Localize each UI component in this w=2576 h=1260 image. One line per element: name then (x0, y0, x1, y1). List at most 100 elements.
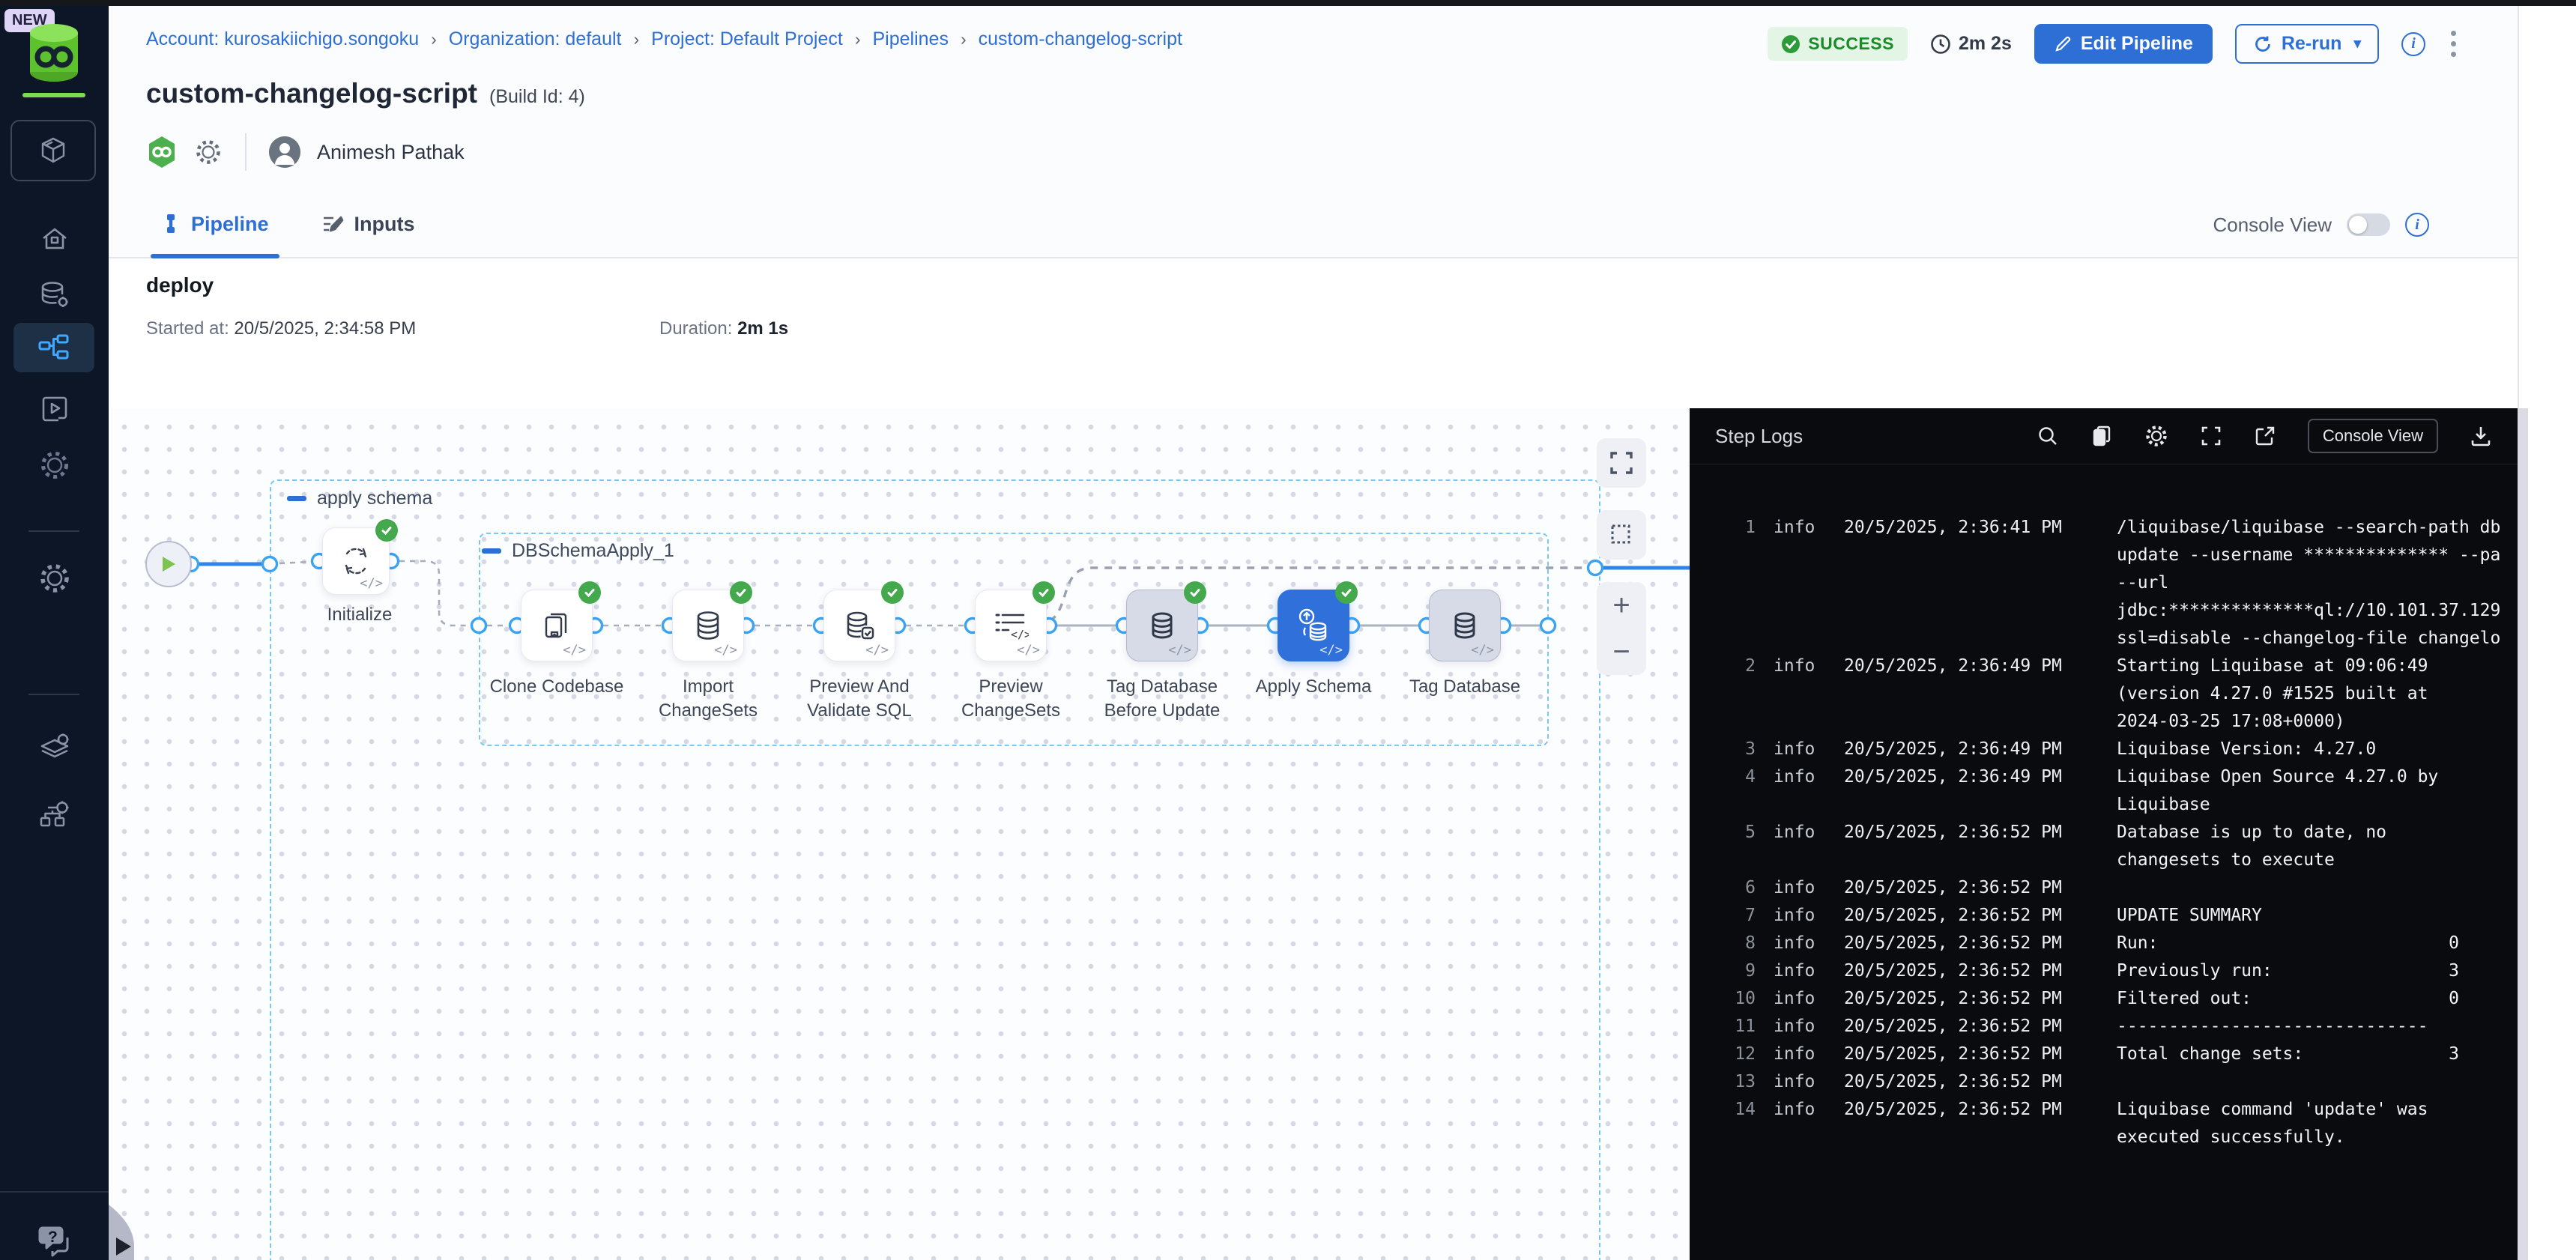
tab-bar: Pipeline Inputs Console View i (109, 191, 2518, 258)
log-message: Starting Liquibase at 09:06:49 (version … (2117, 652, 2518, 736)
log-line: 14 info 20/5/2025, 2:36:52 PM Liquibase … (1715, 1096, 2518, 1151)
sidebar-item-home[interactable] (0, 225, 109, 255)
chevron-down-icon: ▾ (2353, 35, 2361, 52)
log-line-number: 12 (1715, 1041, 1756, 1068)
pipeline-canvas[interactable]: apply schema DBSchemaApply_1 (109, 408, 1690, 1260)
tab-pipeline[interactable]: Pipeline (161, 191, 269, 257)
script-glyph: </> (1319, 643, 1343, 658)
stage-duration: Duration: 2m 1s (659, 318, 788, 339)
meta-divider (245, 133, 247, 171)
check-circle-icon (1781, 34, 1801, 54)
log-timestamp: 20/5/2025, 2:36:52 PM (1844, 1096, 2099, 1151)
script-glyph: </> (1017, 643, 1040, 658)
log-copy-icon[interactable] (2090, 425, 2113, 447)
log-timestamp: 20/5/2025, 2:36:49 PM (1844, 736, 2099, 763)
log-line: 6 info 20/5/2025, 2:36:52 PM (1715, 874, 2518, 902)
sidebar-item-environments[interactable] (0, 731, 109, 766)
sidebar-item-executions[interactable] (0, 394, 109, 424)
node-import-changesets[interactable]: </> (672, 590, 744, 661)
stage-name: deploy (146, 273, 214, 297)
breadcrumb-link[interactable]: Account: kurosakiichigo.songoku (146, 28, 419, 50)
stage-summary: deploy Started at: 20/5/2025, 2:34:58 PM… (109, 258, 2518, 408)
success-check-icon (730, 581, 752, 604)
edit-pipeline-button[interactable]: Edit Pipeline (2034, 24, 2213, 64)
app-screen: NEW (0, 0, 2576, 1260)
node-initialize[interactable]: </> (322, 527, 390, 595)
pipeline-settings-gear-icon[interactable] (194, 138, 223, 166)
log-message: /liquibase/liquibase --search-path db up… (2117, 514, 2518, 652)
zoom-in-button[interactable]: + (1612, 590, 1630, 620)
module-selector[interactable] (10, 120, 96, 181)
log-open-external-icon[interactable] (2254, 425, 2276, 447)
log-level: info (1774, 763, 1826, 819)
log-level: info (1774, 930, 1826, 957)
breadcrumb-separator: › (961, 29, 967, 49)
pencil-icon (2054, 35, 2072, 53)
log-line: 2 info 20/5/2025, 2:36:49 PM Starting Li… (1715, 652, 2518, 736)
sidebar-item-settings-1[interactable] (0, 449, 109, 481)
header-actions: SUCCESS 2m 2s Edit Pipeline (1768, 24, 2459, 64)
log-line: 12 info 20/5/2025, 2:36:52 PM Total chan… (1715, 1041, 2518, 1068)
success-check-icon (375, 519, 398, 542)
log-console-view-button[interactable]: Console View (2308, 419, 2438, 453)
sidebar-item-pipeline-settings[interactable] (0, 799, 109, 833)
breadcrumb-link[interactable]: Pipelines (873, 28, 949, 50)
page-header: Account: kurosakiichigo.songoku › Organi… (109, 6, 2518, 258)
breadcrumb-link[interactable]: custom-changelog-script (979, 28, 1182, 50)
pipeline-start-node[interactable] (145, 541, 192, 587)
breadcrumb-link[interactable]: Project: Default Project (651, 28, 843, 50)
scrollbar-track[interactable] (2518, 408, 2528, 1260)
apply-schema-icon (1295, 608, 1331, 643)
more-options-menu[interactable] (2448, 28, 2459, 60)
success-check-icon (881, 581, 904, 604)
canvas-corner-handle[interactable] (109, 1191, 155, 1260)
meta-row: Animesh Pathak (146, 133, 465, 171)
script-glyph: </> (360, 576, 383, 591)
sidebar-divider-3 (0, 1191, 109, 1193)
breadcrumb-link[interactable]: Organization: default (449, 28, 622, 50)
rerun-button[interactable]: Re-run ▾ (2235, 24, 2379, 64)
console-view-toggle[interactable] (2347, 213, 2390, 236)
info-icon[interactable]: i (2401, 32, 2425, 56)
node-apply-schema-selected[interactable]: </> (1278, 590, 1349, 661)
sidebar-item-settings-2[interactable] (0, 562, 109, 595)
logo-underline (22, 93, 85, 97)
log-line-number: 10 (1715, 985, 1756, 1013)
log-timestamp: 20/5/2025, 2:36:52 PM (1844, 819, 2099, 874)
window-top-edge (0, 0, 2576, 6)
canvas-fit-view-button[interactable] (1597, 438, 1646, 488)
step-logs-header: Step Logs (1690, 408, 2518, 464)
log-line: 4 info 20/5/2025, 2:36:49 PM Liquibase O… (1715, 763, 2518, 819)
node-tag-database-before-update[interactable]: </> (1126, 590, 1198, 661)
harness-dbops-logo[interactable] (25, 22, 82, 85)
log-line-number: 9 (1715, 957, 1756, 985)
success-check-icon (1335, 581, 1358, 604)
log-fullscreen-icon[interactable] (2200, 425, 2222, 447)
tab-inputs[interactable]: Inputs (321, 191, 415, 257)
main-area: Account: kurosakiichigo.songoku › Organi… (109, 6, 2518, 1260)
log-line: 1 info 20/5/2025, 2:36:41 PM /liquibase/… (1715, 514, 2518, 652)
log-level: info (1774, 957, 1826, 985)
node-clone-codebase[interactable]: </> (521, 590, 593, 661)
node-preview-and-validate-sql[interactable]: </> (823, 590, 895, 661)
log-lines[interactable]: 1 info 20/5/2025, 2:36:41 PM /liquibase/… (1690, 464, 2518, 1151)
zoom-out-button[interactable]: − (1612, 637, 1630, 667)
script-glyph: </> (1168, 643, 1191, 658)
node-label: Import ChangeSets (641, 675, 775, 723)
canvas-select-region-button[interactable] (1597, 510, 1646, 560)
play-icon (160, 555, 177, 573)
log-settings-icon[interactable] (2144, 424, 2168, 448)
log-download-icon[interactable] (2470, 425, 2492, 447)
node-preview-changesets[interactable]: </> </> (975, 590, 1047, 661)
log-message: Previously run: 3 (2117, 957, 2518, 985)
console-view-info-icon[interactable]: i (2405, 213, 2429, 237)
log-line: 3 info 20/5/2025, 2:36:49 PM Liquibase V… (1715, 736, 2518, 763)
tag-database-icon (1448, 608, 1482, 643)
node-tag-database[interactable]: </> (1429, 590, 1501, 661)
log-search-icon[interactable] (2037, 425, 2059, 447)
success-check-icon (1032, 581, 1055, 604)
sidebar-item-databases[interactable] (0, 279, 109, 312)
database-check-icon (842, 608, 877, 643)
svg-text:</>: </> (1011, 628, 1029, 641)
sidebar-item-pipelines-active[interactable] (13, 323, 94, 372)
